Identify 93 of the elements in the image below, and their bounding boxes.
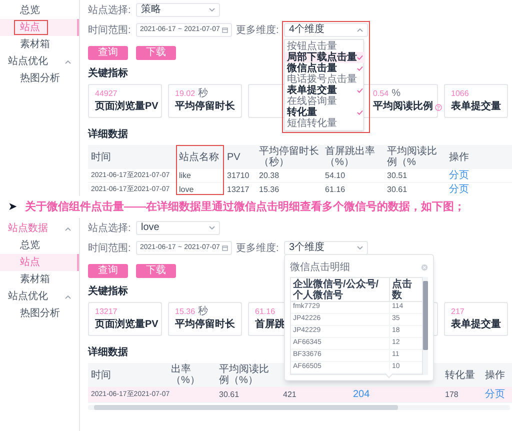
metric-value: 61.16 — [255, 306, 276, 318]
metric-unit: 秒 — [198, 307, 208, 317]
column-header: 点击数 — [392, 278, 413, 300]
section-title: 详细数据 — [88, 347, 128, 359]
column-header: 操作 — [485, 370, 505, 380]
check-icon — [357, 88, 363, 93]
table-cell: 15.36 — [259, 184, 280, 194]
calendar-icon — [222, 245, 228, 251]
dropdown-option[interactable]: 电话拨号点击量 — [285, 74, 365, 85]
table-cell: 54.10 — [325, 170, 346, 180]
check-icon — [357, 110, 363, 115]
field-label: 站点选择: — [88, 4, 132, 18]
metric-value: 0.54 — [373, 88, 389, 100]
sidebar-item[interactable]: 素材箱 — [0, 271, 79, 288]
table-cell: 421 — [283, 390, 296, 400]
section-title: 详细数据 — [88, 129, 128, 141]
table-cell: 30.61 — [219, 390, 240, 400]
dropdown-option[interactable]: 按钮点击量 — [285, 41, 365, 52]
dropdown-option[interactable]: 微信点击量 — [285, 63, 365, 74]
sidebar-item[interactable]: 素材箱 — [0, 36, 79, 53]
metric-label: 平均停留时长 — [175, 101, 235, 113]
sidebar-item[interactable]: 总览 — [0, 237, 79, 254]
select-field[interactable]: 4个维度 — [284, 23, 368, 37]
column-header: 平均停留时长（秒） — [259, 146, 319, 168]
column-header: 转化量 — [445, 370, 475, 380]
metric-label: 首屏跳 — [255, 319, 285, 331]
caret-icon — [65, 226, 71, 230]
metric-label: 平均停留时长 — [175, 319, 235, 331]
sidebar-item[interactable]: 热图分析 — [0, 305, 79, 322]
metric-value: 19.02 — [175, 88, 196, 100]
bullet-icon: ➤ — [8, 198, 17, 216]
table-cell: love — [179, 184, 194, 194]
column-header: 时间 — [91, 370, 111, 380]
metric-unit: 秒 — [198, 89, 208, 99]
select-field[interactable]: 3个维度 — [284, 241, 368, 255]
metric-value: 13217 — [95, 306, 118, 318]
table-cell: 30.61 — [387, 184, 408, 194]
metric-label: 页面浏览量PV — [95, 101, 158, 113]
metric-value: 217 — [451, 306, 464, 318]
sidebar-item[interactable]: 总览 — [0, 2, 79, 19]
column-header: 首屏跳出率（%） — [325, 146, 376, 168]
field-label: 更多维度: — [236, 24, 280, 38]
column-header: 时间 — [91, 152, 111, 162]
table-cell: 31710 — [227, 170, 250, 180]
scrollbar[interactable] — [423, 277, 428, 375]
popup-title: 微信点击明细 — [290, 260, 350, 274]
metric-label: 平均阅读比例 — [373, 101, 433, 113]
column-header: 出率（%） — [171, 364, 201, 386]
dropdown-option[interactable]: 转化量 — [285, 107, 365, 118]
caret-icon — [357, 246, 363, 250]
dropdown-option[interactable]: 局部下载点击量 — [285, 52, 365, 63]
calendar-icon — [222, 27, 228, 33]
horizontal-scrollbar[interactable] — [88, 405, 510, 410]
caret-icon — [65, 60, 71, 64]
metric-label: 表单提交量 — [451, 319, 501, 331]
table-cell: 61.16 — [325, 184, 346, 194]
column-header: 平均阅读比例（%） — [219, 364, 270, 386]
field-label: 站点选择: — [88, 222, 132, 236]
field-label: 更多维度: — [236, 242, 280, 256]
dropdown-option[interactable]: 在线咨询量 — [285, 96, 365, 107]
field-label: 时间范围: — [88, 24, 132, 38]
section-title: 关键指标 — [88, 68, 128, 80]
column-header: PV — [227, 152, 240, 162]
dropdown-option[interactable]: 表单提交量 — [285, 85, 365, 96]
caption-text: 关于微信组件点击量——在详细数据里通过微信点击明细查看多个微信号的数据，如下图； — [25, 200, 465, 215]
table-cell: 13217 — [227, 184, 250, 194]
table-cell: 178 — [445, 390, 458, 400]
sidebar-group[interactable]: 站点优化 — [0, 53, 79, 70]
table-cell: 20.38 — [259, 170, 280, 180]
select-field[interactable]: 策略 — [136, 3, 220, 17]
metric-label: 表单提交量 — [451, 101, 501, 113]
table-cell: like — [179, 170, 192, 180]
metric-value: 15.36 — [175, 306, 196, 318]
column-header: 平均阅读比例（% — [387, 146, 438, 168]
column-header: 操作 — [449, 152, 469, 162]
caret-icon — [65, 294, 71, 298]
metric-label: 页面浏览量PV — [95, 319, 158, 331]
dropdown-option[interactable]: 短信转化量 — [285, 118, 365, 129]
column-header: 站点名称 — [179, 152, 219, 162]
sidebar-group[interactable]: 站点优化 — [0, 288, 79, 305]
column-header: 企业微信号/公众号/个人微信号 — [293, 278, 380, 300]
select-field[interactable]: love — [136, 221, 220, 235]
caret-icon — [209, 8, 215, 12]
sidebar-item[interactable]: 热图分析 — [0, 70, 79, 87]
metric-value: 44927 — [95, 88, 118, 100]
table-cell: 30.51 — [387, 170, 408, 180]
metric-unit: % — [392, 89, 400, 99]
metric-value: 1066 — [451, 88, 469, 100]
caret-icon — [357, 28, 363, 32]
caret-icon — [209, 226, 215, 230]
section-title: 关键指标 — [88, 286, 128, 298]
field-label: 时间范围: — [88, 242, 132, 256]
close-icon — [421, 264, 428, 270]
